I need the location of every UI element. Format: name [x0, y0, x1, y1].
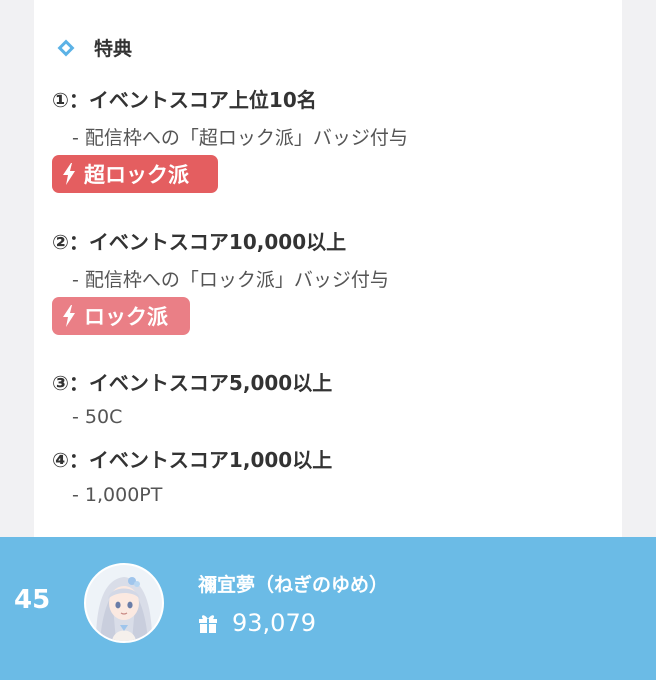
reward-description: - 50C — [72, 406, 123, 428]
reward-description: - 配信枠への「ロック派」バッジ付与 — [72, 269, 389, 291]
rewards-card: 特典 ①：イベントスコア上位10名 - 配信枠への「超ロック派」バッジ付与 超ロ… — [34, 0, 622, 540]
lightning-icon — [63, 305, 75, 327]
badge-label: 超ロック派 — [84, 163, 189, 187]
gift-icon — [199, 615, 217, 633]
score-value: 93,079 — [232, 609, 316, 637]
section-title: 特典 — [94, 38, 133, 60]
user-name[interactable]: 禰宜夢（ねぎのゆめ） — [198, 570, 388, 597]
rock-badge: ロック派 — [52, 297, 190, 335]
reward-title: ①：イベントスコア上位10名 — [52, 88, 317, 112]
section-header: 特典 — [56, 34, 132, 61]
reward-title: ④：イベントスコア1,000以上 — [52, 448, 333, 472]
diamond-icon — [57, 39, 75, 56]
reward-title: ③：イベントスコア5,000以上 — [52, 371, 333, 395]
reward-title: ②：イベントスコア10,000以上 — [52, 230, 347, 254]
avatar-image — [86, 565, 162, 641]
score-row: 93,079 — [198, 609, 316, 637]
reward-description: - 配信枠への「超ロック派」バッジ付与 — [72, 127, 408, 149]
badge-label: ロック派 — [84, 305, 168, 329]
lightning-icon — [63, 163, 75, 185]
reward-description: - 1,000PT — [72, 484, 163, 506]
avatar[interactable] — [84, 563, 164, 643]
rank-number: 45 — [14, 585, 51, 615]
super-rock-badge: 超ロック派 — [52, 155, 218, 193]
